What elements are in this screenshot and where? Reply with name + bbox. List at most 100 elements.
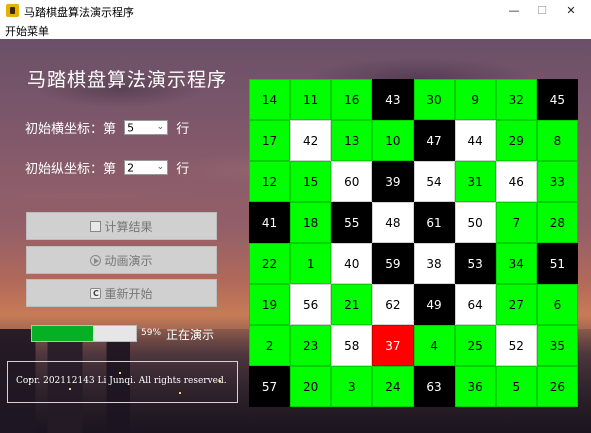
board-cell: 27 (495, 284, 537, 325)
calculator-icon (90, 220, 102, 232)
menu-start[interactable]: 开始菜单 (5, 23, 49, 39)
board-cell: 64 (454, 284, 496, 325)
board-cell: 7 (495, 202, 537, 243)
start-x-row: 初始横坐标：第 5 ⌄ 行 (25, 118, 189, 137)
board-cell: 41 (249, 202, 291, 243)
menu-bar: 开始菜单 (0, 22, 591, 39)
board-cell: 49 (413, 284, 455, 325)
board-cell: 38 (413, 243, 455, 284)
calculate-label: 计算结果 (104, 219, 153, 234)
board-cell: 35 (536, 325, 578, 366)
board-cell: 39 (372, 161, 414, 202)
chess-board: 14 11 16 43 30 9 32 45 17 42 13 10 47 44 29 8 12 15 60 39 54… (249, 79, 578, 407)
chevron-down-icon: ⌄ (156, 122, 165, 132)
board-cell: 17 (249, 120, 291, 161)
calculate-button[interactable]: 计算结果 (26, 212, 217, 240)
start-y-prefix: 初始纵坐标：第 (25, 162, 117, 177)
title-bar: 马踏棋盘算法演示程序 — ☐ ✕ (0, 0, 591, 22)
board-cell: 5 (495, 366, 537, 407)
board-cell: 43 (372, 79, 414, 120)
start-x-select[interactable]: 5 ⌄ (124, 120, 169, 135)
app-icon (6, 4, 19, 17)
board-cell: 36 (454, 366, 496, 407)
board-cell: 59 (372, 243, 414, 284)
close-button[interactable]: ✕ (557, 2, 585, 20)
start-x-value: 5 (127, 121, 135, 135)
board-cell: 63 (413, 366, 455, 407)
minimize-button[interactable]: — (500, 2, 528, 20)
board-cell: 26 (536, 366, 578, 407)
board-cell: 40 (331, 243, 373, 284)
board-cell: 37 (372, 325, 414, 366)
board-cell: 32 (495, 79, 537, 120)
page-title: 马踏棋盘算法演示程序 (27, 69, 228, 91)
board-cell: 52 (495, 325, 537, 366)
main-panel: 马踏棋盘算法演示程序 初始横坐标：第 5 ⌄ 行 初始纵坐标：第 2 ⌄ 行 计… (0, 39, 591, 433)
board-cell: 22 (249, 243, 291, 284)
board-cell: 9 (454, 79, 496, 120)
start-y-select[interactable]: 2 ⌄ (124, 160, 169, 175)
status-text: 正在演示 (166, 328, 215, 342)
board-cell: 62 (372, 284, 414, 325)
play-icon (90, 254, 102, 266)
board-cell: 16 (331, 79, 373, 120)
progress-fill (32, 326, 94, 341)
board-cell: 1 (290, 243, 332, 284)
board-cell: 14 (249, 79, 291, 120)
maximize-button[interactable]: ☐ (528, 2, 556, 20)
board-cell: 45 (536, 79, 578, 120)
board-cell: 47 (413, 120, 455, 161)
board-cell: 11 (290, 79, 332, 120)
board-cell: 12 (249, 161, 291, 202)
start-x-prefix: 初始横坐标：第 (25, 122, 117, 137)
restart-button[interactable]: C 重新开始 (26, 279, 217, 307)
board-cell: 29 (495, 120, 537, 161)
board-cell: 58 (331, 325, 373, 366)
board-cell: 23 (290, 325, 332, 366)
board-cell: 19 (249, 284, 291, 325)
board-cell: 30 (413, 79, 455, 120)
progress-bar (31, 325, 137, 342)
board-cell: 25 (454, 325, 496, 366)
board-cell: 48 (372, 202, 414, 243)
start-y-suffix: 行 (176, 162, 190, 177)
board-cell: 15 (290, 161, 332, 202)
board-cell: 51 (536, 243, 578, 284)
animate-label: 动画演示 (104, 253, 153, 268)
animate-button[interactable]: 动画演示 (26, 246, 217, 274)
board-cell: 18 (290, 202, 332, 243)
board-cell: 46 (495, 161, 537, 202)
board-cell: 42 (290, 120, 332, 161)
restart-label: 重新开始 (104, 286, 153, 301)
board-cell: 57 (249, 366, 291, 407)
copyright-text: Copr. 202112143 Li Junqi. All rights res… (16, 376, 227, 386)
board-cell: 24 (372, 366, 414, 407)
board-cell: 28 (536, 202, 578, 243)
progress-percent: 59% (141, 328, 162, 338)
board-cell: 60 (331, 161, 373, 202)
board-cell: 56 (290, 284, 332, 325)
board-cell: 20 (290, 366, 332, 407)
start-y-row: 初始纵坐标：第 2 ⌄ 行 (25, 158, 189, 177)
board-cell: 53 (454, 243, 496, 284)
board-cell: 2 (249, 325, 291, 366)
copyright-box: Copr. 202112143 Li Junqi. All rights res… (7, 361, 238, 403)
board-cell: 4 (413, 325, 455, 366)
chevron-down-icon: ⌄ (156, 162, 165, 172)
board-cell: 54 (413, 161, 455, 202)
board-cell: 50 (454, 202, 496, 243)
reset-icon: C (90, 287, 102, 299)
board-cell: 8 (536, 120, 578, 161)
start-x-suffix: 行 (176, 122, 190, 137)
window-title: 马踏棋盘算法演示程序 (24, 6, 134, 19)
board-cell: 21 (331, 284, 373, 325)
board-cell: 6 (536, 284, 578, 325)
board-cell: 33 (536, 161, 578, 202)
start-y-value: 2 (127, 161, 135, 175)
board-cell: 31 (454, 161, 496, 202)
board-cell: 44 (454, 120, 496, 161)
board-cell: 13 (331, 120, 373, 161)
board-cell: 10 (372, 120, 414, 161)
board-cell: 61 (413, 202, 455, 243)
board-cell: 34 (495, 243, 537, 284)
